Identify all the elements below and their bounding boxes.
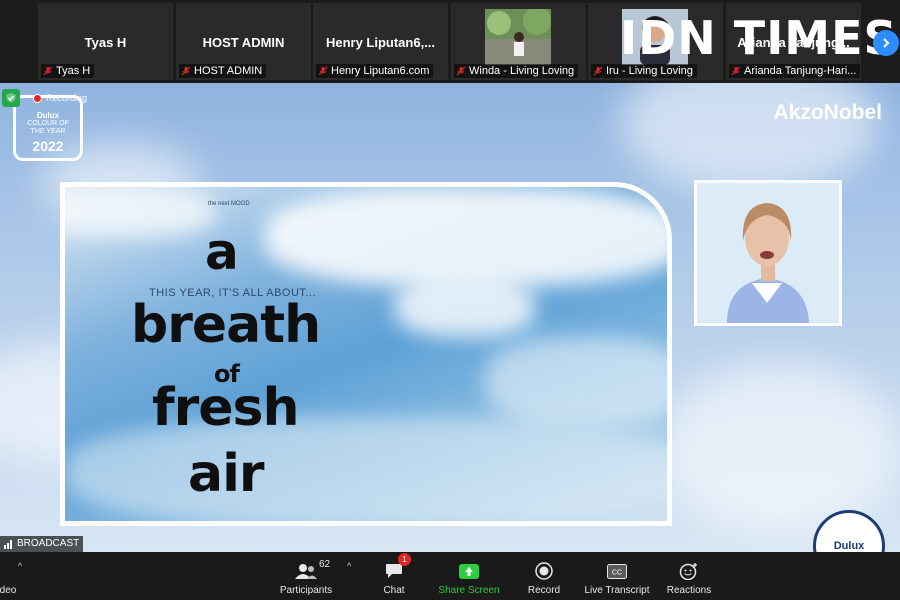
idn-times-watermark: IDN TIMES (620, 8, 898, 68)
participants-icon (295, 560, 317, 582)
slide-cloud (485, 337, 667, 427)
broadcast-badge: BROADCAST (0, 536, 84, 552)
watermark-text: IDN TIMES (620, 11, 898, 65)
participant-name: Henry Liputan6,... (325, 35, 436, 50)
record-icon (535, 560, 553, 582)
share-screen-label: Share Screen (438, 585, 500, 596)
participants-label: Participants (279, 585, 333, 596)
live-transcript-label: Live Transcript (584, 585, 650, 596)
slide-word-air: air (188, 444, 265, 504)
participant-label: Winda - Living Loving (454, 64, 579, 78)
closed-captions-icon: CC (607, 560, 627, 582)
participant-label-text: Henry Liputan6.com (331, 65, 430, 77)
chat-unread-badge: 1 (398, 553, 411, 566)
video-label: deo (0, 585, 17, 596)
speaker-person-image (697, 183, 839, 323)
share-screen-button[interactable]: Share Screen (434, 556, 504, 596)
zoom-meeting-window: Tyas H Tyas H HOST ADMIN HOST ADMIN Henr… (0, 0, 900, 600)
reactions-button[interactable]: Reactions (664, 556, 714, 596)
video-options-chevron-icon[interactable]: ^ (18, 561, 22, 571)
reactions-smiley-icon (679, 560, 699, 582)
badge-line: COLOUR OF (27, 120, 69, 127)
recording-label: Recording (46, 93, 88, 103)
slide-word-fresh: fresh (152, 378, 300, 438)
participant-label: Tyas H (41, 64, 95, 78)
reactions-label: Reactions (666, 585, 712, 596)
slide-cloud (65, 187, 215, 237)
slide-cloud (265, 187, 667, 287)
dulux-colour-of-year-badge: Dulux COLOUR OF THE YEAR 2022 (13, 95, 83, 161)
seal-text: Dulux (833, 540, 865, 552)
participant-video-thumbnail (485, 9, 551, 65)
badge-year: 2022 (32, 138, 64, 154)
broadcast-label: BROADCAST (17, 538, 80, 549)
participant-label: HOST ADMIN (179, 64, 267, 78)
share-screen-icon (459, 560, 479, 582)
participant-name: Tyas H (84, 35, 127, 50)
participant-tile-henry[interactable]: Henry Liputan6,... Henry Liputan6.com (313, 3, 448, 80)
badge-line: THE YEAR (30, 128, 66, 135)
participant-tile-tyas[interactable]: Tyas H Tyas H (38, 3, 173, 80)
presentation-slide: the next MOOD THIS YEAR, IT'S ALL ABOUT.… (60, 182, 672, 526)
participant-label-text: Tyas H (56, 65, 91, 77)
meeting-toolbar: deo ^ Participants ^ Chat Share Screen R… (0, 552, 900, 600)
record-label: Record (527, 585, 561, 596)
participant-name: HOST ADMIN (202, 35, 285, 50)
participant-label-text: Winda - Living Loving (469, 65, 575, 77)
slide-word-breath: breath (131, 295, 321, 355)
security-shield-icon[interactable] (2, 89, 20, 107)
svg-text:CC: CC (612, 569, 622, 576)
checkmark-icon (6, 93, 16, 103)
mic-muted-icon (43, 66, 53, 76)
participants-count: 62 (319, 559, 331, 570)
slide-cloud (395, 277, 535, 337)
background-cloud (620, 83, 880, 193)
video-button[interactable]: deo (0, 556, 20, 596)
mic-muted-icon (593, 66, 603, 76)
akzonobel-logo: AkzoNobel (773, 101, 882, 124)
background-cloud (660, 363, 900, 533)
gallery-next-button[interactable] (873, 30, 899, 56)
badge-brand: Dulux (36, 111, 60, 120)
recording-dot-icon (33, 93, 42, 103)
mic-muted-icon (456, 66, 466, 76)
slide-word-a: a (205, 223, 239, 281)
speaker-video[interactable] (694, 180, 842, 326)
participants-options-chevron-icon[interactable]: ^ (347, 561, 351, 571)
record-button[interactable]: Record (522, 556, 566, 596)
recording-indicator[interactable]: Recording (33, 93, 87, 103)
participant-label-text: HOST ADMIN (194, 65, 263, 77)
participant-tile-winda[interactable]: Winda - Living Loving (451, 3, 586, 80)
signal-bars-icon (4, 539, 12, 549)
shared-screen: Dulux COLOUR OF THE YEAR 2022 Recording … (0, 83, 900, 552)
slide-caption: the next MOOD (208, 201, 250, 207)
participant-label: Henry Liputan6.com (316, 64, 434, 78)
live-transcript-button[interactable]: CC Live Transcript (581, 556, 653, 596)
chevron-right-icon (883, 38, 890, 48)
mic-muted-icon (318, 66, 328, 76)
participant-tile-host[interactable]: HOST ADMIN HOST ADMIN (176, 3, 311, 80)
mic-muted-icon (181, 66, 191, 76)
chat-label: Chat (383, 585, 405, 596)
